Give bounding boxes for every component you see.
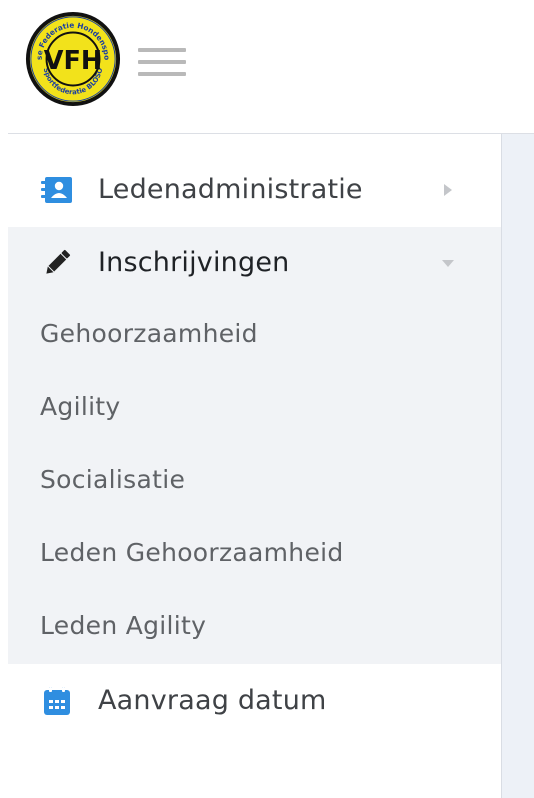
vfh-logo[interactable]: Vlaamse Federatie Hondensport vzw Sportf… — [24, 10, 122, 108]
submenu-item-leden-gehoorzaamheid[interactable]: Leden Gehoorzaamheid — [40, 538, 344, 567]
sidebar-item-aanvraag-datum[interactable]: Aanvraag datum — [8, 665, 501, 737]
contact-book-icon — [38, 171, 76, 209]
submenu-item-leden-agility[interactable]: Leden Agility — [40, 611, 206, 640]
sidebar-nav: Ledenadministratie Inschrijvingen Gehoor… — [8, 134, 501, 798]
logo-monogram: VFH — [44, 46, 102, 76]
submenu-item-gehoorzaamheid[interactable]: Gehoorzaamheid — [40, 319, 258, 348]
sidebar-item-ledenadministratie[interactable]: Ledenadministratie — [8, 154, 501, 226]
pencil-icon — [38, 244, 76, 282]
submenu-inschrijvingen: Inschrijvingen Gehoorzaamheid Agility So… — [8, 227, 501, 664]
caret-right-icon — [440, 182, 456, 198]
sidebar-item-label: Inschrijvingen — [98, 246, 290, 278]
top-header: Vlaamse Federatie Hondensport vzw Sportf… — [0, 0, 534, 133]
hamburger-icon-bar — [138, 48, 186, 52]
sidebar-item-label: Aanvraag datum — [98, 684, 327, 716]
submenu-item-socialisatie[interactable]: Socialisatie — [40, 465, 185, 494]
hamburger-menu-button[interactable] — [138, 46, 188, 80]
sidebar-item-inschrijvingen[interactable]: Inschrijvingen — [8, 227, 501, 299]
hamburger-icon-bar — [138, 60, 186, 64]
submenu-item-agility[interactable]: Agility — [40, 392, 121, 421]
main-content-area — [501, 134, 534, 798]
app-page: Vlaamse Federatie Hondensport vzw Sportf… — [0, 0, 534, 798]
hamburger-icon-bar — [138, 72, 186, 76]
calendar-icon — [38, 682, 76, 720]
caret-down-icon — [440, 255, 456, 271]
sidebar-item-label: Ledenadministratie — [98, 173, 363, 205]
